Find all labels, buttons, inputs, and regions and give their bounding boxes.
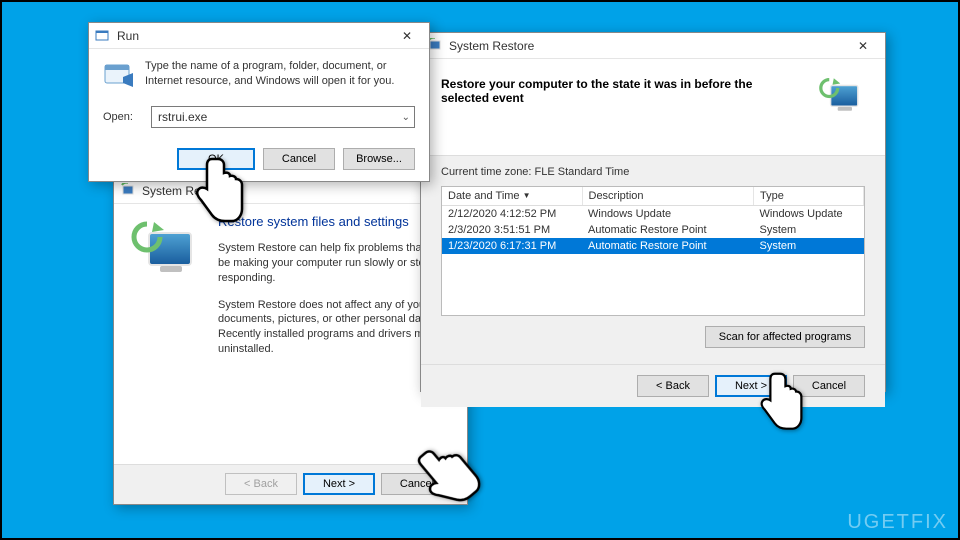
sort-desc-icon: ▼ (523, 191, 531, 200)
cancel-button[interactable]: Cancel (381, 473, 453, 495)
restore-points-table[interactable]: Date and Time ▼ Description Type 2/12/20… (441, 186, 865, 316)
next-button[interactable]: Next > (715, 375, 787, 397)
table-cell: Windows Update (754, 206, 864, 223)
table-row-empty (442, 302, 864, 316)
wizard-footer: < Back Next > Cancel (114, 464, 467, 503)
run-description: Type the name of a program, folder, docu… (145, 59, 415, 89)
titlebar[interactable]: System Restore ✕ (421, 33, 885, 59)
timezone-label: Current time zone: FLE Standard Time (441, 166, 865, 178)
col-desc[interactable]: Description (582, 187, 754, 206)
points-header: Restore your computer to the state it wa… (421, 59, 885, 156)
ok-button[interactable]: OK (177, 148, 255, 170)
close-icon[interactable]: ✕ (847, 35, 879, 57)
system-restore-large-icon (818, 77, 865, 119)
table-row-empty (442, 254, 864, 270)
points-footer: < Back Next > Cancel (421, 364, 885, 407)
cancel-button[interactable]: Cancel (263, 148, 335, 170)
browse-button[interactable]: Browse... (343, 148, 415, 170)
cancel-button[interactable]: Cancel (793, 375, 865, 397)
system-restore-wizard-window: System Restore ✕ Restore system files an… (113, 177, 468, 505)
run-large-icon (103, 59, 135, 94)
system-restore-icon (120, 183, 136, 199)
table-cell: Windows Update (582, 206, 754, 223)
col-type[interactable]: Type (754, 187, 864, 206)
open-value: rstrui.exe (158, 110, 207, 124)
table-cell: 2/12/2020 4:12:52 PM (442, 206, 582, 223)
run-dialog: Run ✕ Type the name of a program, folder… (88, 22, 430, 182)
run-icon (95, 28, 111, 44)
chevron-down-icon[interactable]: ⌄ (402, 112, 410, 123)
table-row[interactable]: 2/3/2020 3:51:51 PMAutomatic Restore Poi… (442, 222, 864, 238)
open-input[interactable]: rstrui.exe ⌄ (151, 106, 415, 128)
table-row-empty (442, 286, 864, 302)
table-cell: System (754, 222, 864, 238)
system-restore-points-window: System Restore ✕ Restore your computer t… (420, 32, 886, 392)
table-row[interactable]: 1/23/2020 6:17:31 PMAutomatic Restore Po… (442, 238, 864, 254)
titlebar[interactable]: Run ✕ (89, 23, 429, 49)
window-title: Run (117, 29, 391, 43)
back-button: < Back (225, 473, 297, 495)
watermark: UGETFIX (847, 511, 948, 534)
back-button[interactable]: < Back (637, 375, 709, 397)
scan-affected-button[interactable]: Scan for affected programs (705, 326, 865, 348)
table-cell: Automatic Restore Point (582, 222, 754, 238)
points-heading: Restore your computer to the state it wa… (441, 77, 779, 105)
window-title: System Restore (142, 184, 429, 198)
table-row[interactable]: 2/12/2020 4:12:52 PMWindows UpdateWindow… (442, 206, 864, 223)
table-cell: System (754, 238, 864, 254)
table-row-empty (442, 270, 864, 286)
table-cell: Automatic Restore Point (582, 238, 754, 254)
window-title: System Restore (449, 39, 847, 53)
wizard-content: Restore system files and settings System… (114, 204, 467, 464)
next-button[interactable]: Next > (303, 473, 375, 495)
table-cell: 2/3/2020 3:51:51 PM (442, 222, 582, 238)
table-cell: 1/23/2020 6:17:31 PM (442, 238, 582, 254)
open-label: Open: (103, 111, 143, 123)
close-icon[interactable]: ✕ (391, 25, 423, 47)
col-date[interactable]: Date and Time ▼ (442, 187, 582, 206)
system-restore-large-icon (130, 220, 202, 284)
